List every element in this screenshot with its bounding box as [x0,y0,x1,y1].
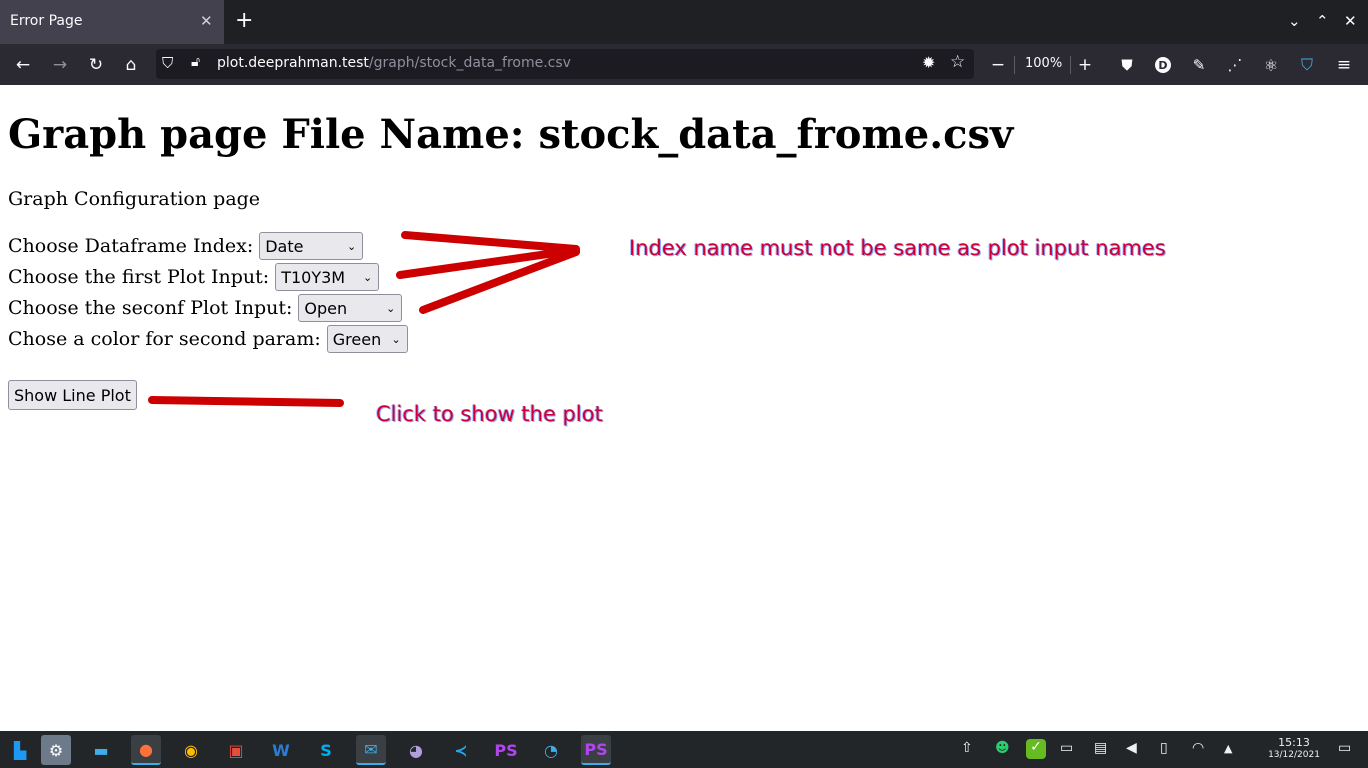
click-note: Click to show the plot [376,402,603,426]
menu-icon[interactable]: ≡ [1331,52,1357,78]
user-icon[interactable]: ☻ [995,740,1010,756]
tray-expand-icon[interactable]: ▲ [1224,742,1232,755]
clock-date: 13/12/2021 [1268,750,1320,760]
zoom-out-icon[interactable]: − [985,52,1011,78]
browser-tab[interactable]: Error Page ✕ [0,0,224,44]
shield-icon[interactable]: ⛉ [162,54,173,72]
arrow-line-index [401,231,580,253]
reload-icon[interactable]: ↻ [83,52,109,78]
zoom-level[interactable]: 100% [1025,56,1062,71]
tab-close-icon[interactable]: ✕ [200,12,213,30]
extension-icon[interactable]: ⋰ [1222,52,1248,78]
clock-time: 15:13 [1278,736,1310,749]
maximize-icon[interactable]: ⌃ [1316,12,1329,30]
tab-title: Error Page [10,13,83,29]
page-content: Graph page File Name: stock_data_frome.c… [0,85,1368,731]
network-app-icon[interactable]: ◔ [536,735,566,765]
url-text[interactable]: plot.deeprahman.test/graph/stock_data_fr… [217,55,571,71]
url-path: /graph/stock_data_frome.csv [368,55,571,71]
lock-icon[interactable]: 🔓︎ [191,54,200,70]
zoom-in-icon[interactable]: + [1072,52,1098,78]
check-status-icon[interactable]: ✓ [1026,739,1046,759]
list-tabs-icon[interactable]: ⌄ [1288,12,1301,30]
annotation-arrows [148,231,580,407]
volume-icon[interactable]: ◀ [1126,740,1137,756]
bitwarden-icon[interactable]: ⛉ [1294,52,1320,78]
mail-icon[interactable]: ✉ [356,735,386,765]
bookmark-star-icon[interactable]: ☆ [950,52,965,72]
divider [1014,56,1015,74]
react-devtools-icon[interactable]: ⚛ [1258,52,1284,78]
color-picker-icon[interactable]: ✎ [1186,52,1212,78]
forward-icon[interactable]: → [47,52,73,78]
clock[interactable]: 15:13 13/12/2021 [1268,737,1320,761]
file-manager-icon[interactable]: ▬ [86,735,116,765]
clipboard-icon[interactable]: ▤ [1094,740,1107,756]
home-icon[interactable]: ⌂ [118,52,144,78]
app-launcher-icon[interactable]: ▙ [5,735,35,765]
pocket-icon[interactable]: ⛊ [1114,52,1140,78]
word-icon[interactable]: W [266,735,296,765]
extension-d-icon[interactable]: D [1150,52,1176,78]
show-desktop-icon[interactable]: ▭ [1338,740,1351,756]
screenshot-app-icon[interactable]: ▣ [221,735,251,765]
close-window-icon[interactable]: ✕ [1344,12,1357,30]
index-note: Index name must not be same as plot inpu… [629,236,1166,260]
firefox-icon[interactable]: ● [131,735,161,765]
battery-icon[interactable]: ▯ [1160,740,1168,756]
taskbar: ▙ ⚙ ▬ ● ◉ ▣ W S ✉ ◕ ≺ PS ◔ PS ⇧ ☻ ✓ ▭ ▤ … [0,731,1368,768]
arrow-line-button [148,396,344,407]
url-bar[interactable]: ⛉ 🔓︎ plot.deeprahman.test/graph/stock_da… [156,49,974,79]
url-host: plot.deeprahman.test [217,55,369,71]
back-icon[interactable]: ← [10,52,36,78]
phpstorm-icon[interactable]: PS [491,735,521,765]
phpstorm-2-icon[interactable]: PS [581,735,611,765]
nav-bar: ← → ↻ ⌂ ⛉ 🔓︎ plot.deeprahman.test/graph/… [0,44,1368,85]
terminal-icon[interactable]: ▭ [1060,740,1073,756]
vscode-icon[interactable]: ≺ [446,735,476,765]
system-settings-icon[interactable]: ⚙ [41,735,71,765]
divider [1070,56,1071,74]
pidgin-icon[interactable]: ◕ [401,735,431,765]
wifi-icon[interactable]: ◠ [1192,740,1204,756]
tab-bar: Error Page ✕ + ⌄ ⌃ ✕ [0,0,1368,44]
chrome-icon[interactable]: ◉ [176,735,206,765]
skype-icon[interactable]: S [311,735,341,765]
bug-icon[interactable]: ✹ [922,53,935,72]
new-tab-icon[interactable]: + [235,8,253,34]
update-icon[interactable]: ⇧ [961,740,973,756]
